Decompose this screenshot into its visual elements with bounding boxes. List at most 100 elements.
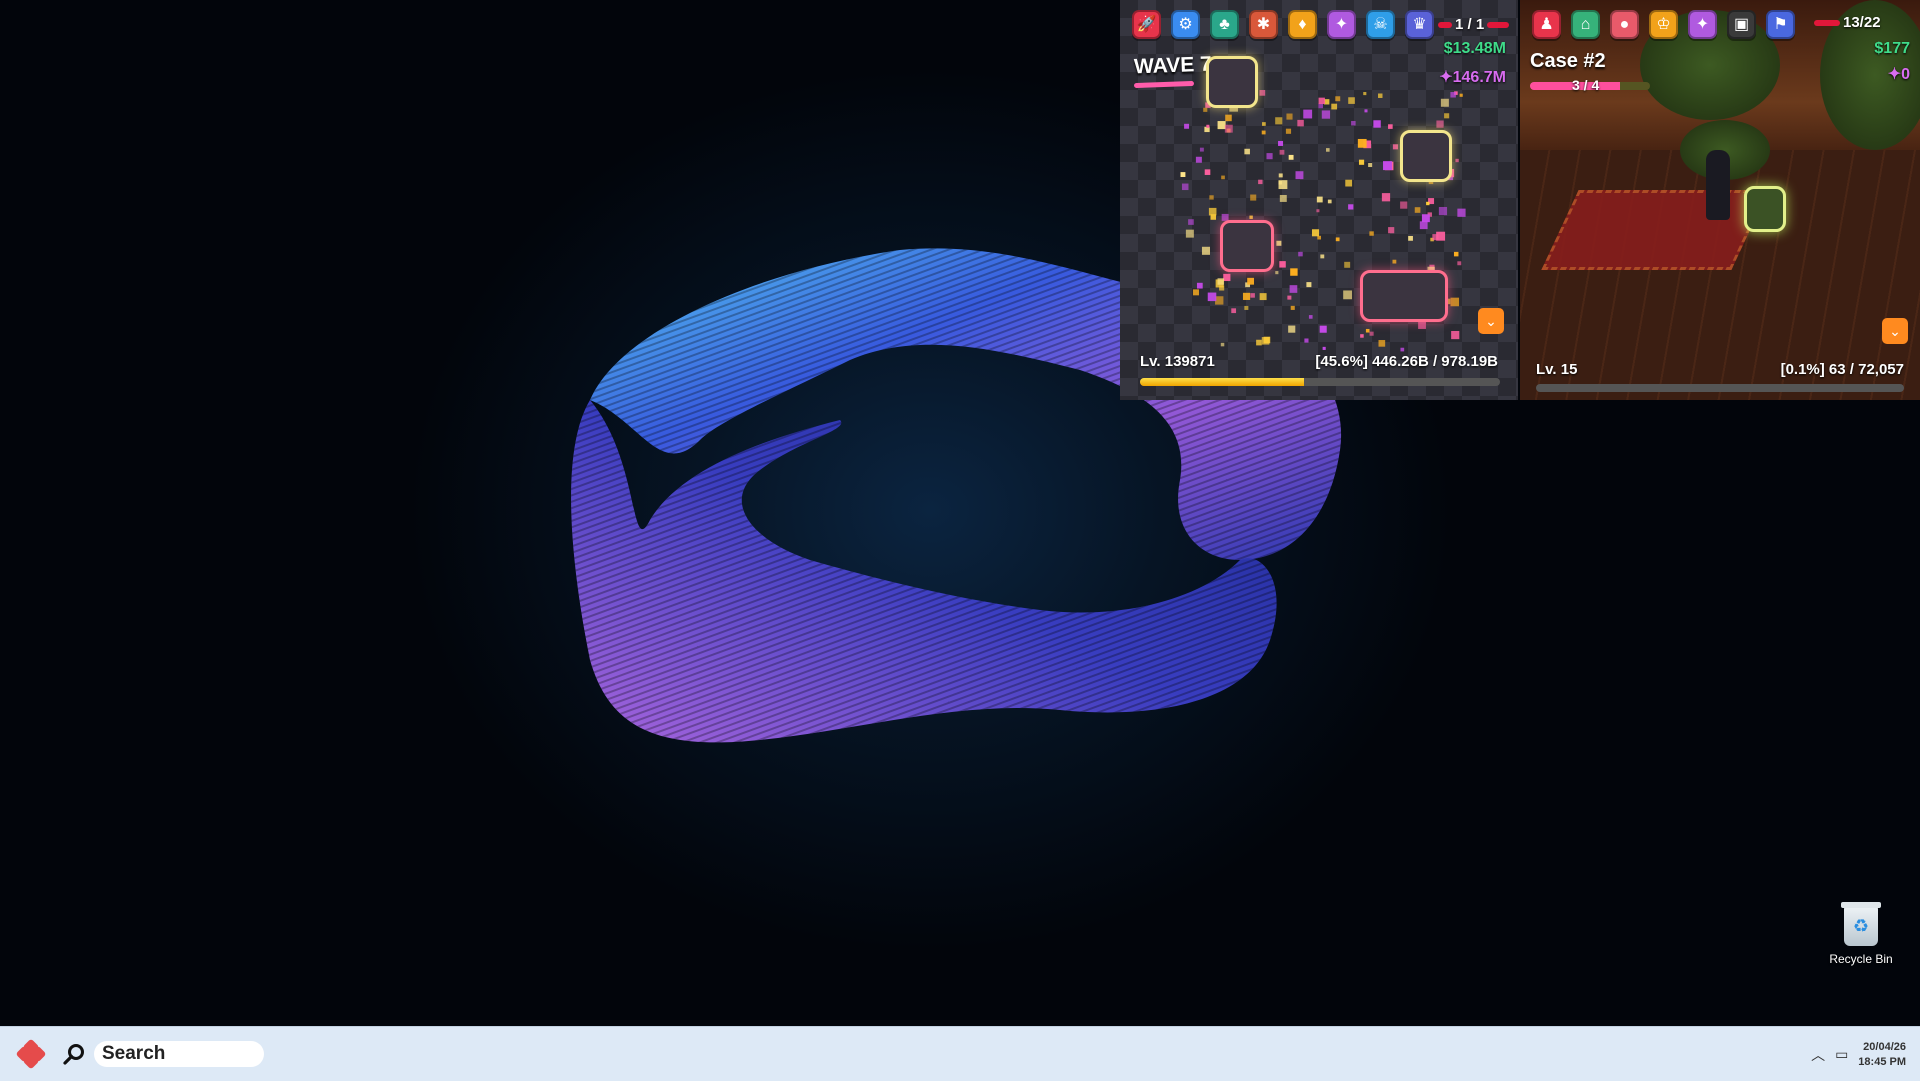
gear-icon[interactable]: ⚙: [1171, 10, 1200, 39]
tower-slot-stone[interactable]: [1400, 130, 1452, 182]
particle: [1258, 179, 1263, 185]
particle: [1290, 268, 1298, 276]
particle: [1259, 293, 1267, 301]
gem-icon: ✦: [1439, 69, 1453, 86]
crown-icon[interactable]: ♔: [1649, 10, 1678, 39]
mystery-game-window[interactable]: ♟ ⌂ ● ♔ ✦ ▣ ⚑ 13/22 $177 ✦0 Case #2 3 / 4 ⌄ Lv…: [1520, 0, 1920, 400]
particle: [1303, 109, 1313, 119]
tower-slot-mage[interactable]: [1360, 270, 1448, 322]
chevron-up-icon[interactable]: ︿: [1811, 1045, 1825, 1065]
recycle-arrows-icon: ♻: [1852, 916, 1870, 936]
particle: [1261, 130, 1266, 135]
particle: [1322, 346, 1326, 350]
particle: [1219, 285, 1225, 291]
particle: [1297, 119, 1304, 127]
lightbulb-icon[interactable]: ♦: [1288, 10, 1317, 39]
xp-text: [0.1%] 63 / 72,057: [1780, 361, 1904, 378]
skull-icon[interactable]: ☠: [1366, 10, 1395, 39]
particle: [1295, 171, 1304, 180]
particle: [1381, 193, 1391, 202]
particle: [1357, 138, 1367, 148]
particle: [1327, 199, 1332, 204]
recycle-bin-label: Recycle Bin: [1829, 952, 1893, 966]
house-icon[interactable]: ⌂: [1571, 10, 1600, 39]
player-level: Lv. 139871: [1140, 353, 1215, 370]
particle: [1279, 261, 1286, 268]
sparkle-icon[interactable]: ✦: [1688, 10, 1717, 39]
particle: [1453, 251, 1459, 257]
room-rug: [1541, 190, 1769, 270]
search-input[interactable]: Search: [94, 1041, 264, 1067]
particle: [1231, 308, 1237, 314]
particle: [1436, 120, 1444, 128]
particle: [1392, 259, 1397, 264]
particle: [1414, 207, 1421, 213]
bag-icon[interactable]: ●: [1610, 10, 1639, 39]
xp-bar: [1140, 378, 1500, 386]
particle: [1432, 234, 1439, 241]
particle: [1208, 207, 1217, 216]
particle: [1261, 337, 1270, 345]
trophy-icon[interactable]: ♛: [1405, 10, 1434, 39]
particle: [1217, 121, 1226, 130]
clock-date: 20/04/26: [1863, 1040, 1906, 1053]
desktop: 🚀 ⚙ ♣ ✱ ♦ ✦ ☠ ♛ 1 / 1 $13.48M ✦146.7M WAVE 7 ⌄ …: [0, 0, 1920, 1026]
particle: [1419, 221, 1428, 230]
detective-character[interactable]: [1706, 150, 1730, 220]
expand-menu-button[interactable]: ⌄: [1882, 318, 1908, 344]
particle: [1392, 144, 1398, 150]
system-tray: ︿ ▭ 20/04/26 18:45 PM: [1811, 1027, 1906, 1081]
particle: [1343, 290, 1352, 300]
particle: [1247, 277, 1255, 285]
particle: [1345, 179, 1353, 187]
particle: [1426, 201, 1430, 206]
start-button[interactable]: [15, 1038, 47, 1070]
person-icon[interactable]: ♟: [1532, 10, 1561, 39]
rocket-icon[interactable]: 🚀: [1132, 10, 1161, 39]
gem-amount: 0: [1901, 66, 1910, 83]
tower-defense-game-window[interactable]: 🚀 ⚙ ♣ ✱ ♦ ✦ ☠ ♛ 1 / 1 $13.48M ✦146.7M WAVE 7 ⌄ …: [1120, 0, 1518, 400]
particle: [1279, 149, 1285, 155]
search-icon[interactable]: [62, 1042, 86, 1066]
flag-icon[interactable]: ⚑: [1766, 10, 1795, 39]
clock[interactable]: 20/04/26 18:45 PM: [1858, 1040, 1906, 1070]
particle: [1364, 109, 1368, 113]
particle: [1262, 122, 1266, 126]
bug-icon[interactable]: ✱: [1249, 10, 1278, 39]
particle: [1250, 293, 1255, 298]
particle: [1311, 229, 1320, 237]
particle: [1250, 194, 1257, 201]
expand-menu-button[interactable]: ⌄: [1478, 308, 1504, 334]
sparkle-icon[interactable]: ✦: [1327, 10, 1356, 39]
cash-display: $177: [1874, 40, 1910, 57]
particle: [1348, 204, 1354, 210]
particle: [1220, 342, 1225, 347]
particle: [1440, 98, 1449, 107]
mystery-game-toolbar: ♟ ⌂ ● ♔ ✦ ▣ ⚑: [1532, 10, 1795, 39]
cash-display: $13.48M: [1443, 40, 1506, 57]
particle: [1457, 261, 1462, 266]
particle: [1383, 161, 1392, 171]
particle: [1285, 128, 1292, 134]
particle: [1317, 235, 1322, 240]
particle: [1319, 325, 1327, 333]
tower-slot-cannon[interactable]: [1220, 220, 1274, 272]
particle: [1444, 113, 1450, 119]
particle: [1306, 282, 1312, 288]
clue-item-slot[interactable]: [1744, 186, 1786, 232]
particle: [1188, 219, 1194, 225]
particle: [1185, 229, 1194, 238]
particle: [1180, 172, 1186, 177]
particle: [1223, 273, 1231, 282]
tower-slot-archer[interactable]: [1206, 56, 1258, 108]
particle: [1287, 295, 1292, 300]
recycle-bin-shortcut[interactable]: ♻ Recycle Bin: [1826, 902, 1896, 966]
lives-text: 13/22: [1843, 14, 1881, 31]
battery-icon[interactable]: ▭: [1835, 1046, 1848, 1063]
particle: [1289, 285, 1298, 293]
chevron-down-icon: ⌄: [1889, 322, 1901, 339]
taskbar: Search ︿ ▭ 20/04/26 18:45 PM: [0, 1026, 1920, 1081]
lock-icon[interactable]: ▣: [1727, 10, 1756, 39]
particle: [1318, 97, 1325, 105]
tree-icon[interactable]: ♣: [1210, 10, 1239, 39]
